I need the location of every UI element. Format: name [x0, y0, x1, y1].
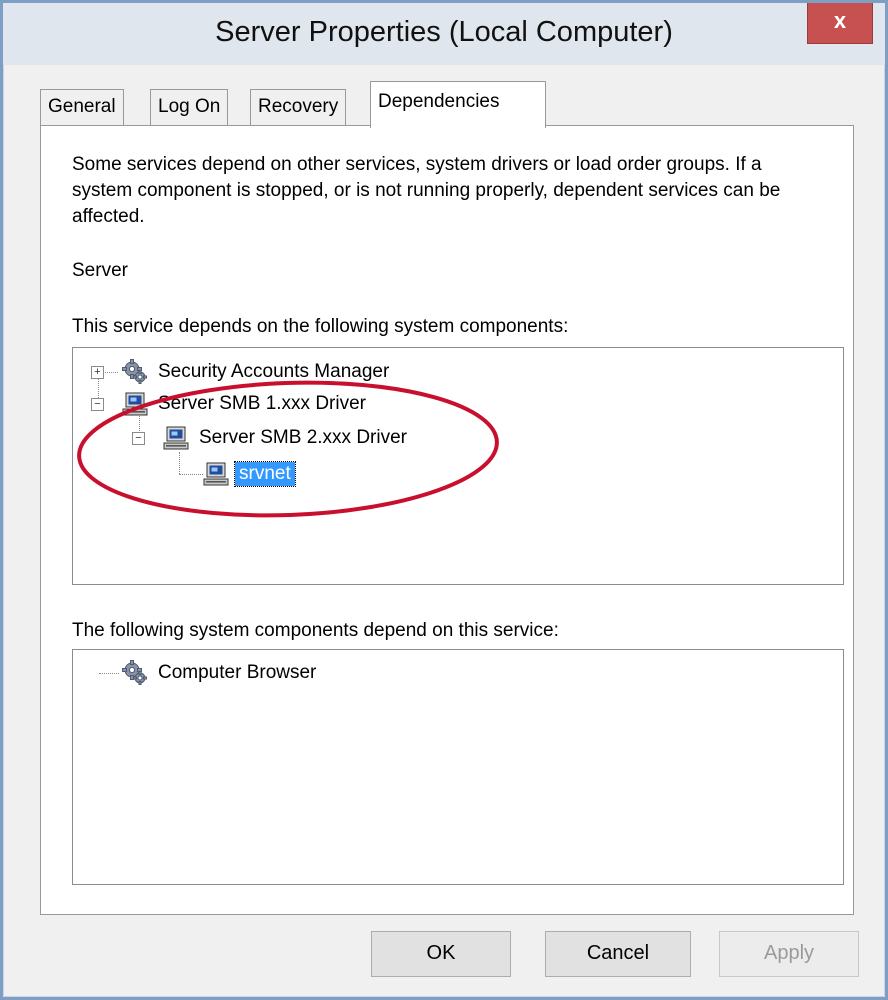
- tree-item[interactable]: − Server SMB 2.xxx Driver: [132, 423, 411, 453]
- description-text: Some services depend on other services, …: [72, 154, 781, 227]
- tab-dependencies[interactable]: Dependencies: [370, 81, 546, 128]
- gear-icon: [122, 359, 148, 385]
- cancel-button[interactable]: Cancel: [545, 931, 691, 977]
- tab-recovery[interactable]: Recovery: [250, 89, 347, 126]
- tree-item[interactable]: Computer Browser: [122, 658, 320, 688]
- tree-item[interactable]: − Server SMB 1.xxx Driver: [91, 389, 370, 419]
- tree-connector: [179, 452, 180, 474]
- tree-item-label: Computer Browser: [158, 662, 317, 683]
- depends-on-label: This service depends on the following sy…: [72, 316, 569, 337]
- tree-connector: [179, 474, 203, 475]
- computer-icon: [122, 391, 148, 417]
- tree-connector: [99, 673, 119, 674]
- tree-item-label: Security Accounts Manager: [158, 361, 390, 382]
- dependents-label: The following system components depend o…: [72, 620, 559, 641]
- tab-general[interactable]: General: [40, 89, 124, 126]
- dependencies-panel: Some services depend on other services, …: [40, 125, 854, 915]
- expand-toggle[interactable]: +: [91, 366, 104, 379]
- apply-button[interactable]: Apply: [719, 931, 859, 977]
- depends-on-tree[interactable]: + Security Accounts Manager − Server SMB…: [72, 347, 844, 585]
- properties-dialog: Server Properties (Local Computer) x Gen…: [0, 0, 888, 1000]
- tree-item-label: Server SMB 1.xxx Driver: [158, 393, 366, 414]
- collapse-toggle[interactable]: −: [132, 432, 145, 445]
- collapse-toggle[interactable]: −: [91, 398, 104, 411]
- tree-item[interactable]: + Security Accounts Manager: [91, 357, 393, 387]
- computer-icon: [163, 425, 189, 451]
- close-button[interactable]: x: [807, 3, 873, 44]
- title-bar[interactable]: Server Properties (Local Computer) x: [3, 3, 885, 65]
- tree-item-selected[interactable]: srvnet: [203, 459, 296, 489]
- tree-item-label: srvnet: [234, 461, 296, 487]
- ok-button[interactable]: OK: [371, 931, 511, 977]
- tree-item-label: Server SMB 2.xxx Driver: [199, 427, 407, 448]
- tab-log-on[interactable]: Log On: [150, 89, 229, 126]
- dependents-tree[interactable]: Computer Browser: [72, 649, 844, 885]
- computer-icon: [203, 461, 229, 487]
- service-name: Server: [72, 260, 128, 281]
- window-title: Server Properties (Local Computer): [215, 16, 673, 48]
- gear-icon: [122, 660, 148, 686]
